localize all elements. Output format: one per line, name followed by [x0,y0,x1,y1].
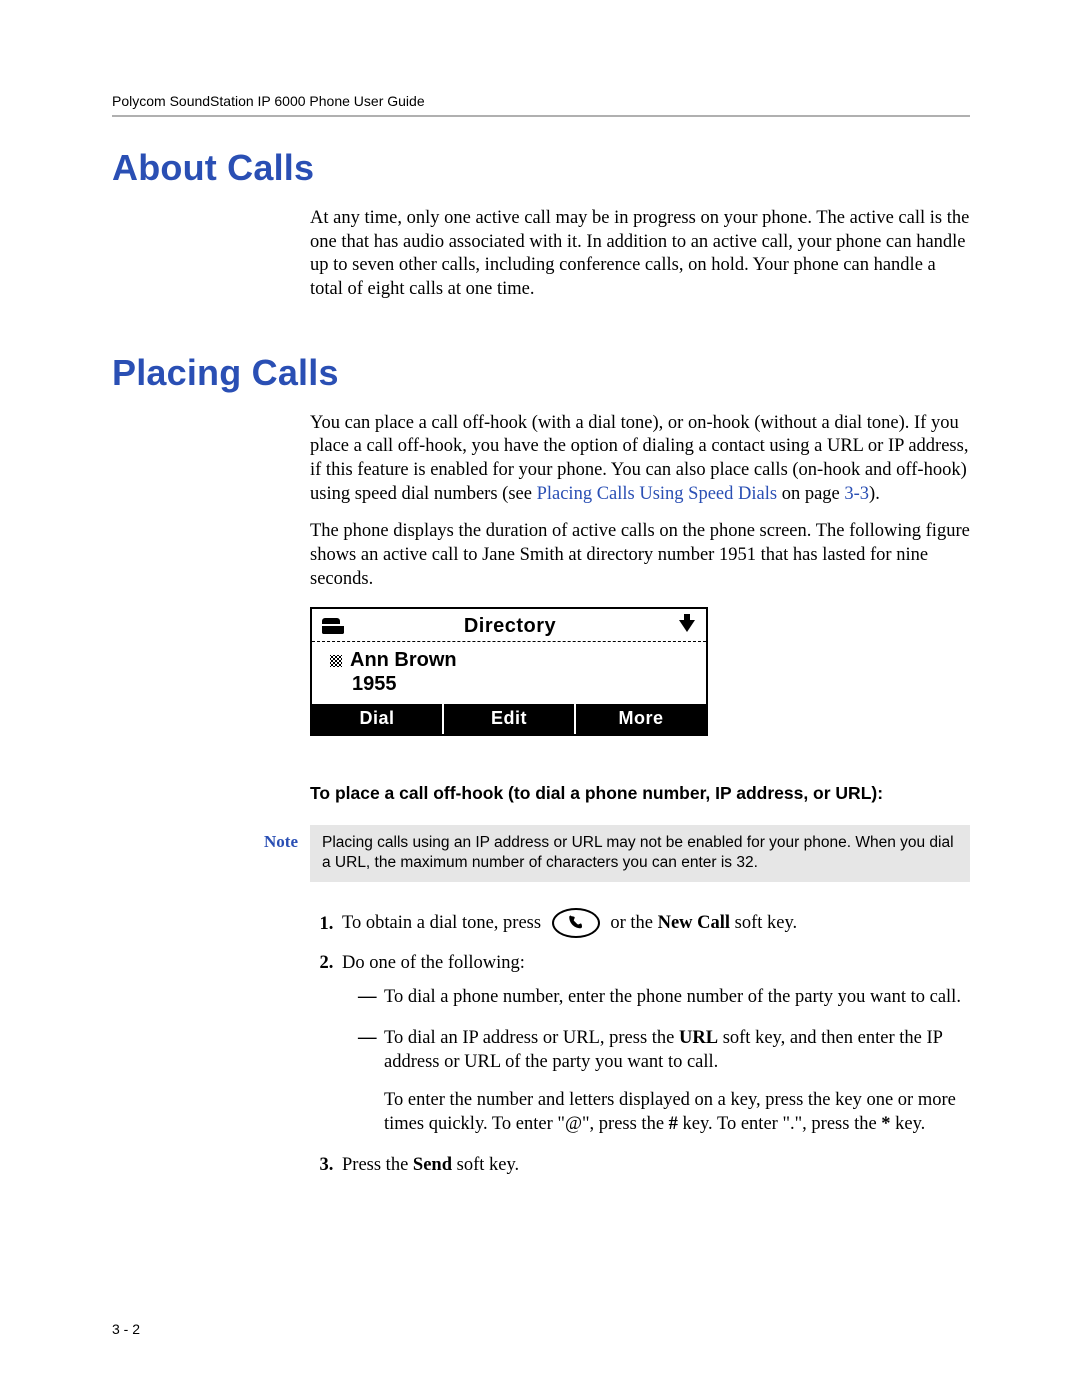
substeps: To dial a phone number, enter the phone … [358,986,970,1136]
substep-ip-url: To dial an IP address or URL, press the … [358,1027,970,1136]
phone-screen-figure: Directory Ann Brown 1955 Dial Edit More [310,607,708,736]
placing-calls-body: You can place a call off-hook (with a di… [310,412,970,1178]
contact-number: 1955 [330,672,696,696]
header-rule [112,115,970,117]
heading-about-calls: About Calls [112,147,970,189]
procedure-heading: To place a call off-hook (to dial a phon… [310,782,970,804]
note-block: Note Placing calls using an IP address o… [228,825,970,883]
handset-icon [567,914,585,932]
placing-calls-p1: You can place a call off-hook (with a di… [310,412,970,507]
phone-icon [322,618,342,634]
phone-lcd: Directory Ann Brown 1955 Dial Edit More [310,607,708,736]
step-3: Press the Send soft key. [338,1154,970,1178]
about-calls-body: At any time, only one active call may be… [310,207,970,302]
substep-ip-url-detail: To enter the number and letters displaye… [384,1089,970,1136]
send-softkey-label: Send [413,1155,452,1175]
page-number: 3 - 2 [112,1321,140,1337]
heading-placing-calls: Placing Calls [112,352,970,394]
url-softkey-label: URL [679,1028,718,1048]
lcd-title: Directory [342,614,678,640]
scroll-down-icon [678,620,696,632]
lcd-header: Directory [312,609,706,642]
page-ref[interactable]: 3-3 [844,484,869,504]
about-calls-paragraph: At any time, only one active call may be… [310,207,970,302]
softkey-more[interactable]: More [576,704,706,734]
steps-list: To obtain a dial tone, press or the New … [310,908,970,1177]
contact-icon [330,655,342,667]
step-1: To obtain a dial tone, press or the New … [338,908,970,940]
softkey-dial[interactable]: Dial [312,704,444,734]
softkey-edit[interactable]: Edit [444,704,576,734]
step-2: Do one of the following: To dial a phone… [338,952,970,1136]
running-header: Polycom SoundStation IP 6000 Phone User … [112,93,970,109]
link-speed-dials[interactable]: Placing Calls Using Speed Dials [537,484,777,504]
lcd-softkeys: Dial Edit More [312,704,706,734]
page: Polycom SoundStation IP 6000 Phone User … [0,0,1080,1397]
new-call-label: New Call [658,914,730,934]
placing-calls-p2: The phone displays the duration of activ… [310,520,970,591]
contact-name: Ann Brown [350,649,457,671]
lcd-body: Ann Brown 1955 [312,642,706,704]
note-text: Placing calls using an IP address or URL… [310,825,970,883]
substep-phone-number: To dial a phone number, enter the phone … [358,986,970,1010]
note-label: Note [228,825,310,853]
dial-key-icon [552,908,600,940]
